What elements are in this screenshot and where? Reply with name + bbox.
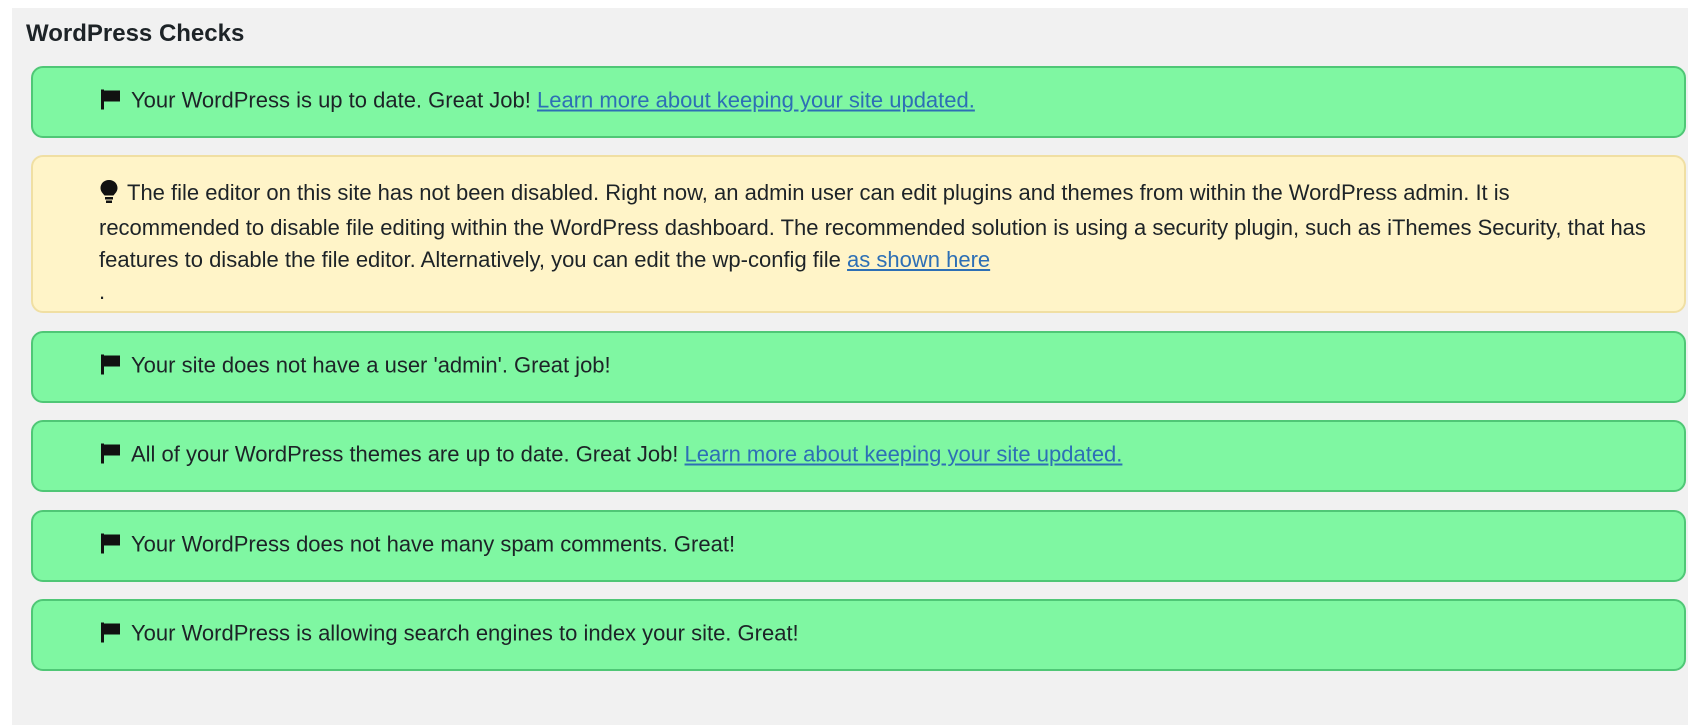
check-message-suffix: . (99, 279, 106, 304)
flag-icon (99, 353, 123, 385)
check-message: Your WordPress does not have many spam c… (131, 531, 736, 557)
flag-icon (99, 532, 123, 564)
check-item-no-admin-user: Your site does not have a user 'admin'. … (31, 331, 1686, 403)
flag-icon (99, 621, 123, 653)
check-item-spam-comments: Your WordPress does not have many spam c… (31, 510, 1686, 582)
check-message: Your WordPress is allowing search engine… (131, 620, 799, 646)
section-title: WordPress Checks (26, 20, 245, 47)
check-item-themes-up-to-date: All of your WordPress themes are up to d… (31, 420, 1686, 492)
check-message: All of your WordPress themes are up to d… (131, 441, 679, 467)
check-item-wordpress-up-to-date: Your WordPress is up to date. Great Job!… (31, 66, 1686, 138)
flag-icon (99, 442, 123, 474)
check-message: Your site does not have a user 'admin'. … (131, 352, 611, 378)
learn-more-link[interactable]: Learn more about keeping your site updat… (537, 88, 975, 113)
flag-icon (99, 88, 123, 120)
learn-more-link[interactable]: Learn more about keeping your site updat… (685, 442, 1123, 467)
check-message: Your WordPress is up to date. Great Job! (131, 87, 531, 113)
lightbulb-icon (99, 179, 119, 212)
check-item-file-editor-warning: The file editor on this site has not bee… (31, 155, 1686, 313)
check-item-search-engine-indexing: Your WordPress is allowing search engine… (31, 599, 1686, 671)
as-shown-here-link[interactable]: as shown here (847, 247, 990, 272)
